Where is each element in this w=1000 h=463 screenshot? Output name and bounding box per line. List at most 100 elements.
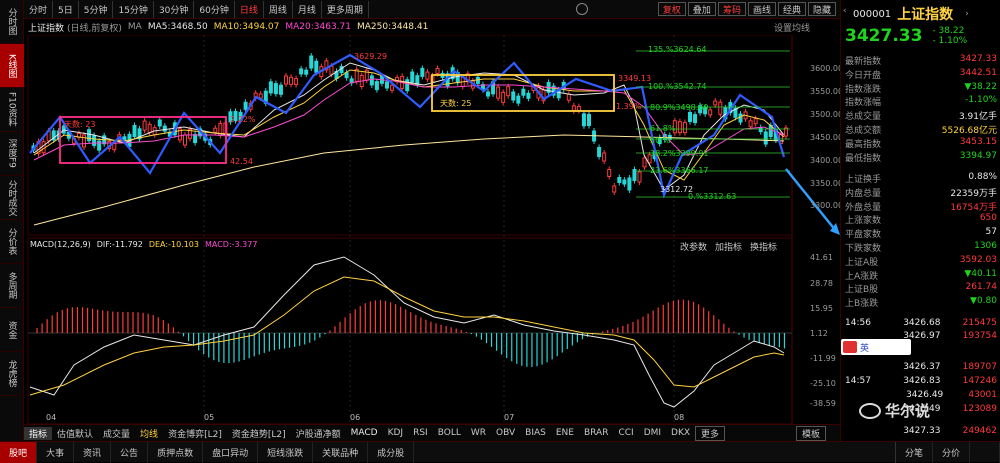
sidebar-item-funds[interactable]: 资金 [0, 308, 24, 352]
stock-code: 000001 [853, 8, 892, 20]
indicator-tab-fund-game[interactable]: 资金博弈[L2] [163, 427, 227, 440]
price-tick-3450: 3450.00 [810, 133, 844, 142]
sidebar-item-depth[interactable]: 深度F9 [0, 132, 24, 176]
price-tick-3500: 3500.00 [810, 110, 844, 119]
bottom-tab-pledge[interactable]: 质押点数 [148, 441, 204, 463]
indicator-tab-boll[interactable]: BOLL [433, 428, 466, 438]
stat-label: 平盘家数 [845, 230, 882, 241]
candle-body [682, 122, 687, 134]
tab-5day[interactable]: 5日 [53, 0, 79, 18]
sidebar-item-kline[interactable]: K线图 [0, 44, 24, 88]
candle-body [157, 119, 162, 127]
bottom-tab-news[interactable]: 资讯 [74, 441, 112, 463]
candle-body [142, 120, 147, 131]
tab-more-periods[interactable]: 更多周期 [322, 0, 369, 18]
sidebar-item-dragon-tiger[interactable]: 龙虎榜 [0, 352, 24, 396]
sidebar-item-trades[interactable]: 分时成交 [0, 176, 24, 220]
macd-title: MACD(12,26,9) [30, 240, 91, 249]
macd-buttons: 改参数 加指标 换指标 [680, 240, 777, 253]
bottom-tab-short-term[interactable]: 短线涨跌 [258, 441, 314, 463]
tick-time: 14:57 [845, 376, 871, 386]
candle-body [243, 101, 248, 110]
indicator-tab-label[interactable]: 指标 [24, 426, 53, 440]
sidebar-item-multi-period[interactable]: 多周期 [0, 264, 24, 308]
indicator-tab-volume[interactable]: 成交量 [98, 427, 135, 440]
adjust-button[interactable]: 复权 [657, 2, 686, 16]
tab-timeshare[interactable]: 分时 [24, 0, 54, 18]
watermark-text: 华尔说 [885, 402, 931, 420]
indicator-tab-brar[interactable]: BRAR [579, 428, 613, 438]
label-top-price: 3629.29 [354, 52, 388, 61]
next-icon[interactable]: › [965, 9, 969, 19]
indicator-tab-dmi[interactable]: DMI [639, 428, 666, 438]
label-fib-0: 0.%3312.63 [688, 192, 737, 201]
right-tab-ticks[interactable]: 分笔 [894, 441, 933, 463]
kline-chart[interactable] [24, 35, 840, 424]
indicator-tab-ma[interactable]: 均线 [135, 427, 163, 440]
indicator-tab-bias[interactable]: BIAS [520, 428, 551, 438]
back-icon[interactable]: ‹ [843, 6, 847, 16]
tick-volume: 215475 [962, 318, 997, 328]
date-label-06: 06 [350, 413, 361, 422]
sidebar-item-f10[interactable]: F10资料 [0, 88, 24, 132]
right-tab-prices[interactable]: 分价 [933, 441, 970, 463]
indicator-tab-cci[interactable]: CCI [613, 428, 638, 438]
indicator-tab-rsi[interactable]: RSI [408, 428, 433, 438]
bottom-tab-related[interactable]: 关联品种 [313, 441, 369, 463]
tick-time [845, 362, 881, 373]
macd-tick-5: -11.99 [810, 354, 836, 363]
chips-button[interactable]: 筹码 [717, 2, 746, 16]
quote-row: 今日开盘 3442.51 [845, 68, 997, 81]
change-params-button[interactable]: 改参数 [680, 240, 707, 253]
draw-line-button[interactable]: 画线 [747, 2, 776, 16]
quote-label: 今日开盘 [845, 70, 882, 81]
search-icon[interactable] [576, 3, 588, 15]
add-indicator-button[interactable]: 加指标 [715, 240, 742, 253]
indicator-tab-valuation[interactable]: 估值默认 [52, 427, 98, 440]
hide-button[interactable]: 隐藏 [807, 2, 836, 16]
bottom-tab-forum[interactable]: 股吧 [0, 441, 38, 463]
indicator-tab-more[interactable]: 更多 [695, 425, 726, 441]
candle-body [162, 125, 167, 132]
indicator-tab-fund-trend[interactable]: 资金趋势[L2] [227, 427, 291, 440]
bottom-tab-constituents[interactable]: 成分股 [368, 441, 415, 463]
indicator-tab-kdj[interactable]: KDJ [383, 428, 409, 438]
indicator-tab-northbound[interactable]: 沪股通净额 [291, 427, 346, 440]
tab-monthly[interactable]: 月线 [293, 0, 322, 18]
indicator-tab-macd[interactable]: MACD [346, 428, 383, 438]
indicator-tab-dkx[interactable]: DKX [666, 428, 695, 438]
set-ma-button[interactable]: 设置均线 [774, 21, 810, 34]
template-button[interactable]: 模板 [795, 425, 826, 441]
sidebar-item-price-table[interactable]: 分价表 [0, 220, 24, 264]
switch-indicator-button[interactable]: 换指标 [750, 240, 777, 253]
tab-60min[interactable]: 60分钟 [194, 0, 235, 18]
sidebar-item-timeshare[interactable]: 分时图 [0, 0, 24, 44]
bottom-tab-events[interactable]: 大事 [37, 441, 75, 463]
bottom-tab-announcements[interactable]: 公告 [111, 441, 149, 463]
tab-daily[interactable]: 日线 [235, 0, 264, 18]
indicator-tab-ene[interactable]: ENE [551, 428, 579, 438]
candle-body [718, 101, 723, 115]
classic-button[interactable]: 经典 [777, 2, 806, 16]
overlay-button[interactable]: 叠加 [687, 2, 716, 16]
bottom-tab-quote-anomaly[interactable]: 盘口异动 [203, 441, 259, 463]
date-label-08: 08 [674, 413, 685, 422]
quote-label: 最高指数 [845, 139, 882, 150]
tab-5min[interactable]: 5分钟 [79, 0, 114, 18]
tab-weekly[interactable]: 周线 [264, 0, 293, 18]
stat-value: 0.88% [968, 172, 997, 182]
label-4254: 42.54 [230, 157, 253, 166]
quote-row: 最低指数 3394.97 [845, 151, 997, 164]
quote-value: 3427.33 [959, 54, 997, 64]
candle-body [526, 92, 531, 99]
tab-30min[interactable]: 30分钟 [154, 0, 195, 18]
tab-15min[interactable]: 15分钟 [113, 0, 154, 18]
candle-body [521, 88, 526, 96]
indicator-tab-obv[interactable]: OBV [491, 428, 520, 438]
candle-body [82, 134, 86, 148]
indicator-tab-wr[interactable]: WR [466, 428, 491, 438]
ma-label: MA [127, 22, 142, 32]
ime-toolbar[interactable]: 英 [841, 339, 911, 355]
stat-label: 下跌家数 [845, 244, 882, 254]
candle-body [425, 71, 430, 80]
